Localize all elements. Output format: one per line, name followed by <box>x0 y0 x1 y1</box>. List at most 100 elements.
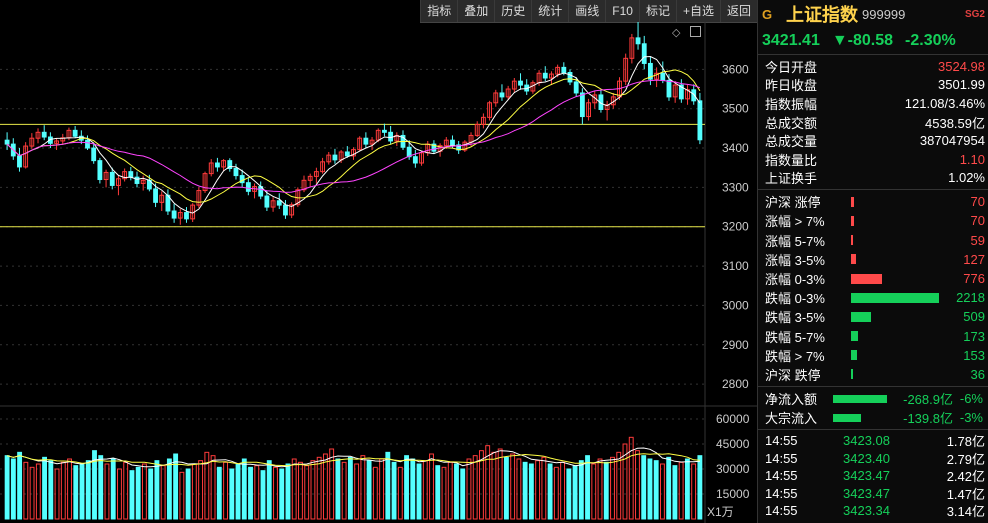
volume-bar <box>410 458 416 520</box>
breadth-bar-track <box>851 331 945 342</box>
breadth-row[interactable]: 涨幅 0-3% 776 <box>758 269 988 288</box>
candle-body <box>91 147 97 162</box>
flow-label: 大宗流入 <box>765 411 818 427</box>
flow-row[interactable]: 大宗流入 -139.8亿 -3% <box>758 408 988 427</box>
volume-bar <box>379 458 385 520</box>
breadth-bar-track <box>851 254 945 265</box>
y-tick-label: 3300 <box>722 180 749 194</box>
candlestick-chart[interactable]: 3600 3500 3400 3300 3200 3100 3000 2900 2800 <box>0 22 757 405</box>
candle-body <box>450 139 455 146</box>
stat-label: 今日开盘 <box>765 59 818 75</box>
volume-bar <box>316 456 322 520</box>
breadth-count: 70 <box>970 194 985 210</box>
ma5-line <box>6 55 701 214</box>
candle-body <box>573 81 579 94</box>
volume-bar <box>4 455 10 520</box>
stat-label: 指数量比 <box>765 152 818 168</box>
volume-bar <box>73 465 79 520</box>
flow-pct: -3% <box>959 410 983 426</box>
tick-price: 3423.40 <box>843 450 890 466</box>
volume-bar <box>616 451 622 520</box>
chart-panel[interactable]: 指标 叠加 历史 统计 画线 F10 标记 +自选 返回 3600 3500 3400 3300 320… <box>0 0 757 523</box>
flow-row[interactable]: 净流入额 -268.9亿 -6% <box>758 389 988 408</box>
volume-bar <box>516 458 522 520</box>
breadth-row[interactable]: 跌幅 0-3% 2218 <box>758 288 988 307</box>
tick-row[interactable]: 14:55 3423.08 1.78亿 <box>758 432 988 450</box>
volume-bar <box>279 468 285 520</box>
toolbar-button-4[interactable]: 画线 <box>568 0 605 22</box>
stat-row: 昨日收盘 3501.99 <box>758 76 988 95</box>
candle-body <box>184 212 189 220</box>
volume-chart[interactable]: 60000 45000 30000 15000 <box>0 405 757 523</box>
toolbar-button-7[interactable]: +自选 <box>675 0 720 22</box>
stat-row: 指数量比 1.10 <box>758 150 988 169</box>
chart-toolbar: 指标 叠加 历史 统计 画线 F10 标记 +自选 返回 <box>420 0 757 23</box>
tick-price: 3423.47 <box>843 468 890 484</box>
breadth-bar <box>851 215 854 226</box>
breadth-row[interactable]: 沪深 跌停 36 <box>758 365 988 384</box>
breadth-row[interactable]: 沪深 涨停 70 <box>758 192 988 211</box>
candle-body <box>4 139 10 145</box>
breadth-bar <box>851 350 858 361</box>
toolbar-button-5[interactable]: F10 <box>605 0 639 22</box>
volume-bar <box>254 465 260 520</box>
window-toggle-icon[interactable] <box>690 26 701 37</box>
volume-bar <box>684 458 690 520</box>
tick-row[interactable]: 14:55 3423.47 2.42亿 <box>758 467 988 485</box>
breadth-label: 涨幅 0-3% <box>765 272 825 287</box>
stat-value: 1.10 <box>959 151 985 167</box>
breadth-row[interactable]: 跌幅 5-7% 173 <box>758 326 988 345</box>
volume-bar <box>641 455 647 520</box>
y-tick-label: 2900 <box>722 338 749 352</box>
sg-badge[interactable]: SG2 <box>965 9 985 20</box>
breadth-row[interactable]: 跌幅 > 7% 153 <box>758 346 988 365</box>
toolbar-button-1[interactable]: 叠加 <box>457 0 494 22</box>
toolbar-button-8[interactable]: 返回 <box>719 0 757 22</box>
tick-volume: 2.79亿 <box>946 451 985 467</box>
volume-bar <box>129 470 135 520</box>
volume-tick-label: 60000 <box>716 412 750 426</box>
stat-value: 4538.59亿 <box>925 115 985 131</box>
breadth-label: 跌幅 > 7% <box>765 348 825 364</box>
volume-bar <box>522 461 528 520</box>
candle-body <box>561 66 567 73</box>
tick-row[interactable]: 14:55 3423.40 2.79亿 <box>758 450 988 468</box>
volume-bar <box>35 463 41 520</box>
volume-bar <box>229 468 235 520</box>
breadth-row[interactable]: 涨幅 3-5% 127 <box>758 250 988 269</box>
candle-body <box>388 131 394 142</box>
tick-list[interactable]: 14:55 3423.08 1.78亿 14:55 3423.40 2.79亿 14:55 3… <box>758 430 988 520</box>
volume-bar <box>397 466 403 520</box>
breadth-label: 跌幅 5-7% <box>765 329 825 345</box>
toolbar-button-6[interactable]: 标记 <box>638 0 676 22</box>
breadth-row[interactable]: 涨幅 > 7% 70 <box>758 211 988 230</box>
toolbar-button-3[interactable]: 统计 <box>531 0 568 22</box>
volume-bar <box>591 463 597 520</box>
volume-bar <box>23 461 29 520</box>
volume-bar <box>210 455 216 520</box>
volume-bar <box>48 460 54 520</box>
candle-body <box>283 204 288 216</box>
toolbar-button-2[interactable]: 历史 <box>494 0 531 22</box>
index-code: 999999 <box>862 6 906 22</box>
breadth-row[interactable]: 涨幅 5-7% 59 <box>758 231 988 250</box>
volume-bar <box>585 455 590 520</box>
volume-bar <box>678 461 684 520</box>
volume-bar <box>510 453 516 520</box>
tick-row[interactable]: 14:55 3423.47 1.47亿 <box>758 485 988 503</box>
candle-body <box>691 89 697 102</box>
candle-body <box>264 195 270 208</box>
toolbar-button-0[interactable]: 指标 <box>420 0 457 22</box>
breadth-row[interactable]: 跌幅 3-5% 509 <box>758 307 988 326</box>
tick-row[interactable]: 14:55 3423.34 3.14亿 <box>758 502 988 520</box>
volume-bar <box>647 458 653 520</box>
volume-bar <box>697 455 703 520</box>
candle-body <box>332 154 338 161</box>
volume-bar <box>441 466 447 520</box>
breadth-bar-track <box>851 273 945 284</box>
flow-value: -139.8亿 <box>903 411 953 427</box>
volume-bar <box>354 463 360 520</box>
diamond-marker-icon[interactable]: ◇ <box>672 26 680 39</box>
stat-row: 总成交额 4538.59亿 <box>758 113 988 132</box>
breadth-bar-track <box>851 235 945 246</box>
